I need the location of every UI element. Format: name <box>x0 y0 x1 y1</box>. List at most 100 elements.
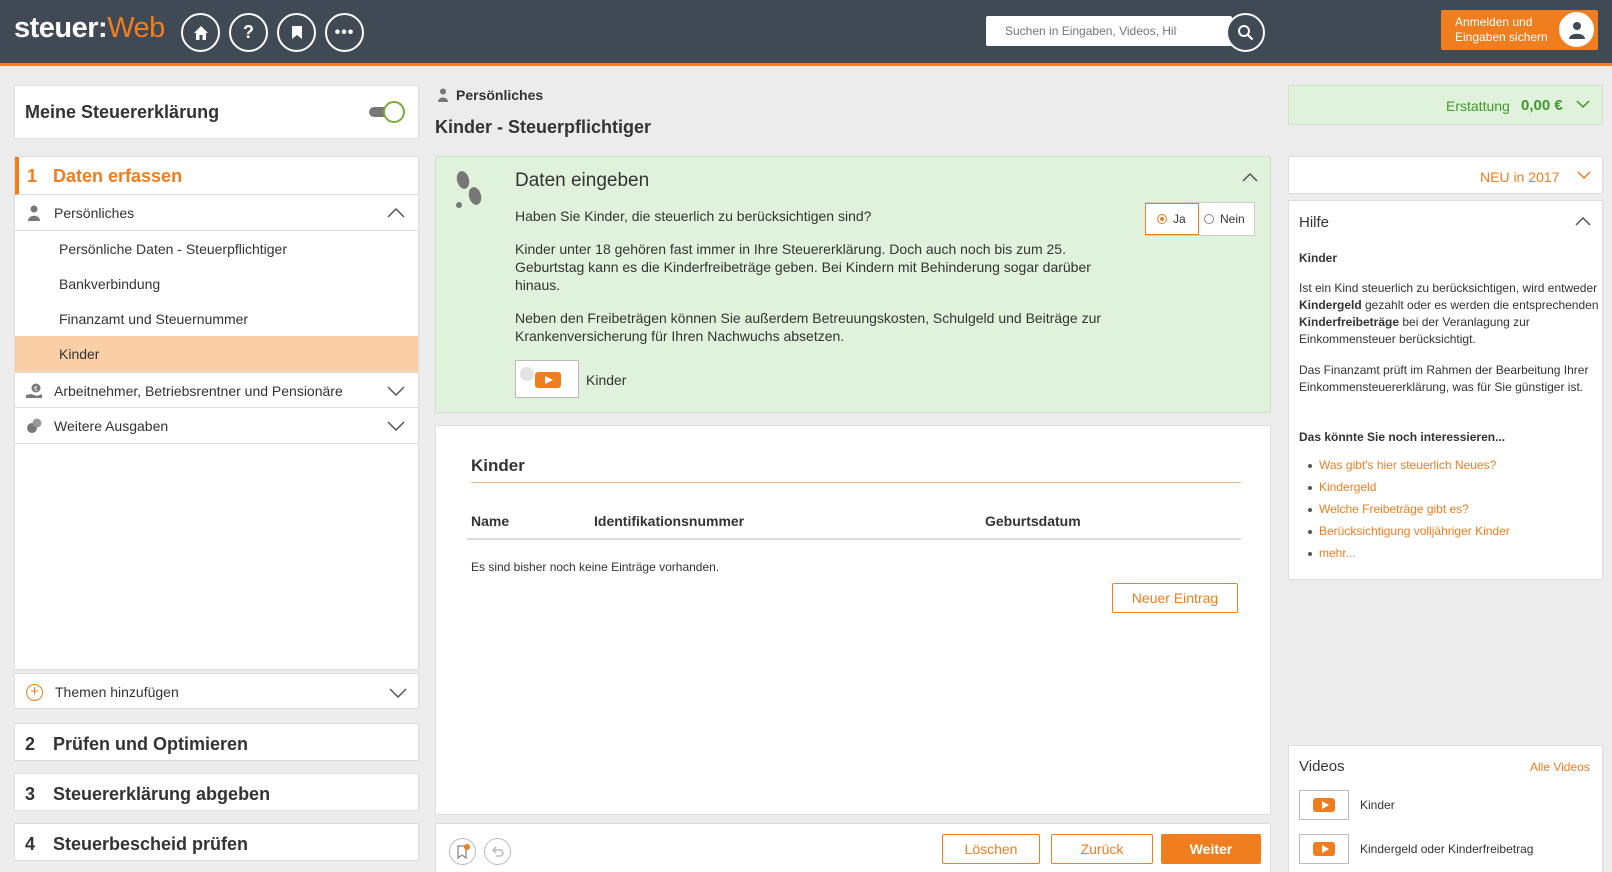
home-icon <box>193 25 208 40</box>
nav-section-personal-label: Persönliches <box>54 205 135 221</box>
my-tax-return-title: Meine Steuererklärung <box>25 102 220 122</box>
new-entry-button[interactable]: Neuer Eintrag <box>1112 583 1238 613</box>
step-number: 2 <box>25 734 36 754</box>
refund-value: 0,00 € <box>1521 97 1563 114</box>
column-birthdate: Geburtsdatum <box>985 513 1081 529</box>
search-button[interactable] <box>1226 13 1265 52</box>
logo-part2: Web <box>107 12 165 44</box>
user-avatar-button[interactable] <box>1557 10 1596 49</box>
radio-no[interactable]: Nein <box>1204 203 1254 235</box>
list-title: Kinder <box>471 456 525 475</box>
radio-circle-icon <box>1157 214 1167 224</box>
refund-summary[interactable]: Erstattung 0,00 € <box>1288 85 1603 125</box>
coins-icon <box>27 418 42 433</box>
next-button[interactable]: Weiter <box>1161 834 1261 864</box>
chevron-down-icon <box>387 386 405 396</box>
all-videos-link[interactable]: Alle Videos <box>1530 760 1590 774</box>
chevron-down-icon <box>387 421 405 431</box>
text: gezahlt oder es werden die entsprechende… <box>1361 298 1599 312</box>
search-box <box>986 16 1232 46</box>
bookmark-button[interactable] <box>277 13 316 52</box>
divider <box>467 538 1241 540</box>
video-thumbnail[interactable] <box>1299 834 1349 864</box>
help-link[interactable]: Welche Freibeträge gibt es? <box>1299 502 1510 524</box>
bookmark-add-button[interactable] <box>449 838 476 865</box>
step2-item[interactable]: 2 Prüfen und Optimieren <box>14 723 419 761</box>
step1-panel: 1 Daten erfassen Persönliches Persönlich… <box>14 156 419 670</box>
chevron-up-icon[interactable] <box>1242 173 1258 182</box>
nav-item-label: Bankverbindung <box>59 276 161 292</box>
help-link[interactable]: Was gibt's hier steuerlich Neues? <box>1299 458 1510 480</box>
progress-toggle[interactable] <box>369 101 405 123</box>
step1-header[interactable]: 1 Daten erfassen <box>15 157 418 195</box>
delete-button[interactable]: Löschen <box>942 834 1040 864</box>
logo[interactable]: steuer:Web <box>14 12 165 45</box>
nav-section-employee[interactable]: € Arbeitnehmer, Betriebsrentner und Pens… <box>15 372 418 408</box>
children-list-panel: Kinder Name Identifikationsnummer Geburt… <box>435 425 1271 815</box>
video-thumbnail[interactable] <box>515 360 579 398</box>
videos-title: Videos <box>1299 758 1345 775</box>
entry-paragraph-1: Kinder unter 18 gehören fast immer in Ih… <box>515 241 1091 293</box>
nav-section-personal[interactable]: Persönliches <box>15 195 418 231</box>
breadcrumb: Persönliches <box>456 87 544 103</box>
video-link[interactable]: Kinder <box>1360 798 1395 812</box>
add-topics-label: Themen hinzufügen <box>55 684 179 700</box>
divider <box>471 482 1241 483</box>
play-icon <box>535 372 561 388</box>
nav-section-expenses[interactable]: Weitere Ausgaben <box>15 408 418 444</box>
help-paragraph-2: Das Finanzamt prüft im Rahmen der Bearbe… <box>1299 363 1589 394</box>
step1-label: Daten erfassen <box>53 166 183 186</box>
step-number: 4 <box>25 834 36 854</box>
help-button[interactable]: ? <box>229 13 268 52</box>
step3-item[interactable]: 3 Steuererklärung abgeben <box>14 773 419 811</box>
add-topics-row[interactable]: + Themen hinzufügen <box>14 673 419 709</box>
help-panel: Hilfe Kinder Ist ein Kind steuerlich zu … <box>1288 200 1603 580</box>
nav-item-tax-office[interactable]: Finanzamt und Steuernummer <box>15 301 418 337</box>
search-input[interactable] <box>986 16 1196 46</box>
my-tax-return-panel: Meine Steuererklärung <box>14 85 419 139</box>
help-link[interactable]: Berücksichtigung volljähriger Kinder <box>1299 524 1510 546</box>
play-icon <box>1313 842 1335 856</box>
step-label: Steuerbescheid prüfen <box>53 834 249 854</box>
logo-part1: steuer: <box>14 12 108 44</box>
text-bold: Kindergeld <box>1299 298 1362 312</box>
step1-number: 1 <box>27 166 38 186</box>
more-button[interactable]: ••• <box>325 13 364 52</box>
nav-item-bank[interactable]: Bankverbindung <box>15 266 418 302</box>
help-links: Was gibt's hier steuerlich Neues? Kinder… <box>1299 458 1510 568</box>
nav-item-label: Finanzamt und Steuernummer <box>59 311 249 327</box>
back-button[interactable]: Zurück <box>1051 834 1153 864</box>
entry-question: Haben Sie Kinder, die steuerlich zu berü… <box>515 208 872 224</box>
home-button[interactable] <box>181 13 220 52</box>
chevron-up-icon[interactable] <box>1575 217 1591 226</box>
person-thumb <box>520 367 534 381</box>
radio-yes[interactable]: Ja <box>1145 203 1199 235</box>
help-subtitle: Kinder <box>1299 251 1338 265</box>
step-number: 3 <box>25 784 36 804</box>
top-bar: steuer:Web ? ••• Anmelden und Eingaben s… <box>0 0 1612 66</box>
help-link[interactable]: mehr... <box>1299 546 1510 568</box>
text: Ist ein Kind steuerlich zu berücksichtig… <box>1299 281 1598 295</box>
undo-icon <box>491 846 504 857</box>
step-label: Steuererklärung abgeben <box>53 784 271 804</box>
step-label: Prüfen und Optimieren <box>53 734 249 754</box>
nav-item-children[interactable]: Kinder <box>15 336 418 372</box>
nav-item-label: Kinder <box>59 346 100 362</box>
help-more-title: Das könnte Sie noch interessieren... <box>1299 430 1506 444</box>
nav-item-personal-data[interactable]: Persönliche Daten - Steuerpflichtiger <box>15 231 418 267</box>
help-link[interactable]: Kindergeld <box>1299 480 1510 502</box>
yes-no-radio-group: Ja Nein <box>1145 202 1255 236</box>
person-icon <box>438 88 448 102</box>
video-label[interactable]: Kinder <box>586 372 626 388</box>
step4-item[interactable]: 4 Steuerbescheid prüfen <box>14 823 419 861</box>
more-icon: ••• <box>334 23 355 41</box>
nav-item-label: Persönliche Daten - Steuerpflichtiger <box>59 241 288 257</box>
search-icon <box>1238 25 1254 41</box>
video-thumbnail[interactable] <box>1299 790 1349 820</box>
undo-button[interactable] <box>484 838 511 865</box>
radio-no-label: Nein <box>1220 212 1245 226</box>
video-link[interactable]: Kindergeld oder Kinderfreibetrag <box>1360 842 1533 856</box>
data-entry-panel: Daten eingeben Haben Sie Kinder, die ste… <box>435 156 1271 413</box>
footer-bar: Löschen Zurück Weiter <box>435 823 1271 872</box>
new-in-2017-panel[interactable]: NEU in 2017 <box>1288 156 1603 194</box>
